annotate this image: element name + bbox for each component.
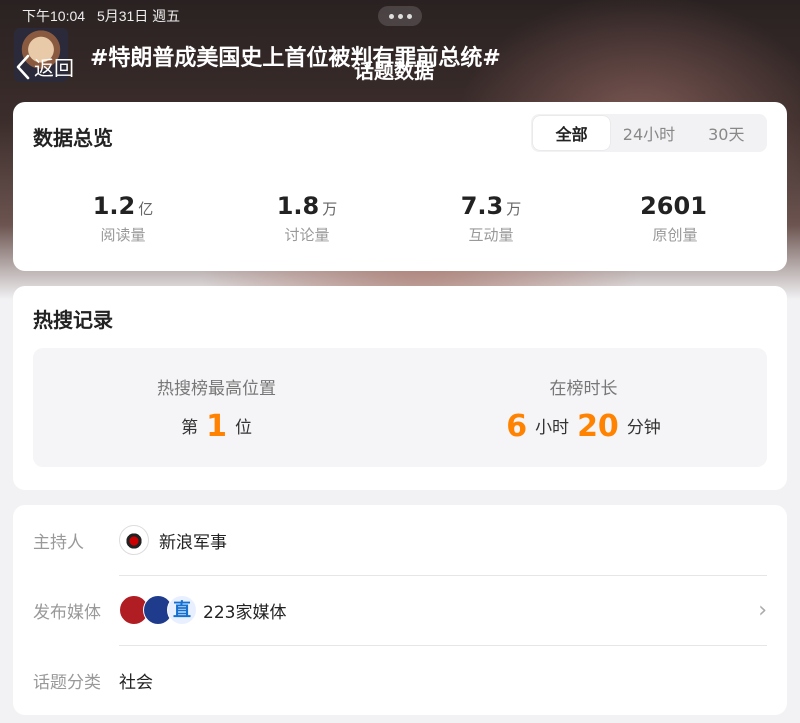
stat-originals: 2601 原创量 [583,192,767,245]
page-title: 话题数据 [354,59,434,83]
host-name: 新浪军事 [159,532,227,553]
data-overview-card: 数据总览 全部 24小时 30天 1.2 亿 阅读量 1.8 万 讨论量 7.3 万 … [13,102,787,271]
stat-label: 讨论量 [284,226,330,244]
stat-label: 互动量 [468,226,514,244]
host-avatar [119,525,149,555]
hot-search-panel: 热搜榜最高位置 第1位 在榜时长 6 小时 20 分钟 [33,348,767,467]
stat-label: 原创量 [652,226,698,244]
tab-all[interactable]: 全部 [533,116,611,150]
peak-position: 热搜榜最高位置 第1位 [33,348,400,467]
stat-value: 7.3 [460,192,504,220]
time-range-selector: 全部 24小时 30天 [531,114,767,152]
more-dots-icon[interactable] [378,6,422,26]
peak-suffix: 位 [234,418,252,438]
duration-label: 在榜时长 [549,379,618,399]
back-button[interactable]: 返回 [14,52,74,81]
topic-info-card: 主持人 新浪军事 发布媒体 223家媒体 › 话题分类 社会 [13,505,787,715]
stat-discussions: 1.8 万 讨论量 [215,192,399,245]
media-avatar [167,595,197,625]
stat-value: 1.2 [92,192,136,220]
topic-title: #特朗普成美国史上首位被判有罪前总统# [90,46,501,71]
stat-value: 1.8 [276,192,320,220]
hot-search-title: 热搜记录 [33,308,113,332]
status-date: 5月31日 週五 [96,8,181,24]
overview-title: 数据总览 [33,126,113,150]
host-row[interactable]: 主持人 新浪军事 [13,505,787,575]
media-count: 223家媒体 [203,602,287,623]
media-avatars [119,595,197,625]
tab-24h[interactable]: 24小时 [610,116,687,150]
stat-unit: 万 [322,200,338,218]
on-list-duration: 在榜时长 6 小时 20 分钟 [400,348,767,467]
hours-value: 6 [506,409,528,444]
media-key: 发布媒体 [33,602,101,623]
peak-label: 热搜榜最高位置 [157,379,276,399]
hours-unit: 小时 [535,418,570,438]
chevron-right-icon[interactable]: › [758,598,767,623]
peak-prefix: 第 [181,418,199,438]
stat-unit: 亿 [138,200,154,218]
media-row[interactable]: 发布媒体 223家媒体 › [13,575,787,645]
back-label: 返回 [34,56,74,80]
stat-unit: 万 [506,200,522,218]
peak-value: 1 [206,409,227,444]
status-time: 下午10:04 [22,8,86,24]
minutes-unit: 分钟 [626,418,661,438]
chevron-left-icon [16,54,30,79]
stats-row: 1.2 亿 阅读量 1.8 万 讨论量 7.3 万 互动量 2601 原创量 [13,192,787,245]
host-key: 主持人 [33,532,84,553]
status-bar: 下午10:04 5月31日 週五 [22,6,188,26]
stat-label: 阅读量 [100,226,146,244]
category-value: 社会 [119,672,153,693]
tab-30d[interactable]: 30天 [688,116,765,150]
hot-search-card: 热搜记录 热搜榜最高位置 第1位 在榜时长 6 小时 20 分钟 [13,286,787,490]
stat-interactions: 7.3 万 互动量 [399,192,583,245]
stat-reads: 1.2 亿 阅读量 [13,192,215,245]
category-row: 话题分类 社会 [13,645,787,715]
minutes-value: 20 [577,409,619,444]
stat-value: 2601 [640,192,707,220]
category-key: 话题分类 [33,672,101,693]
